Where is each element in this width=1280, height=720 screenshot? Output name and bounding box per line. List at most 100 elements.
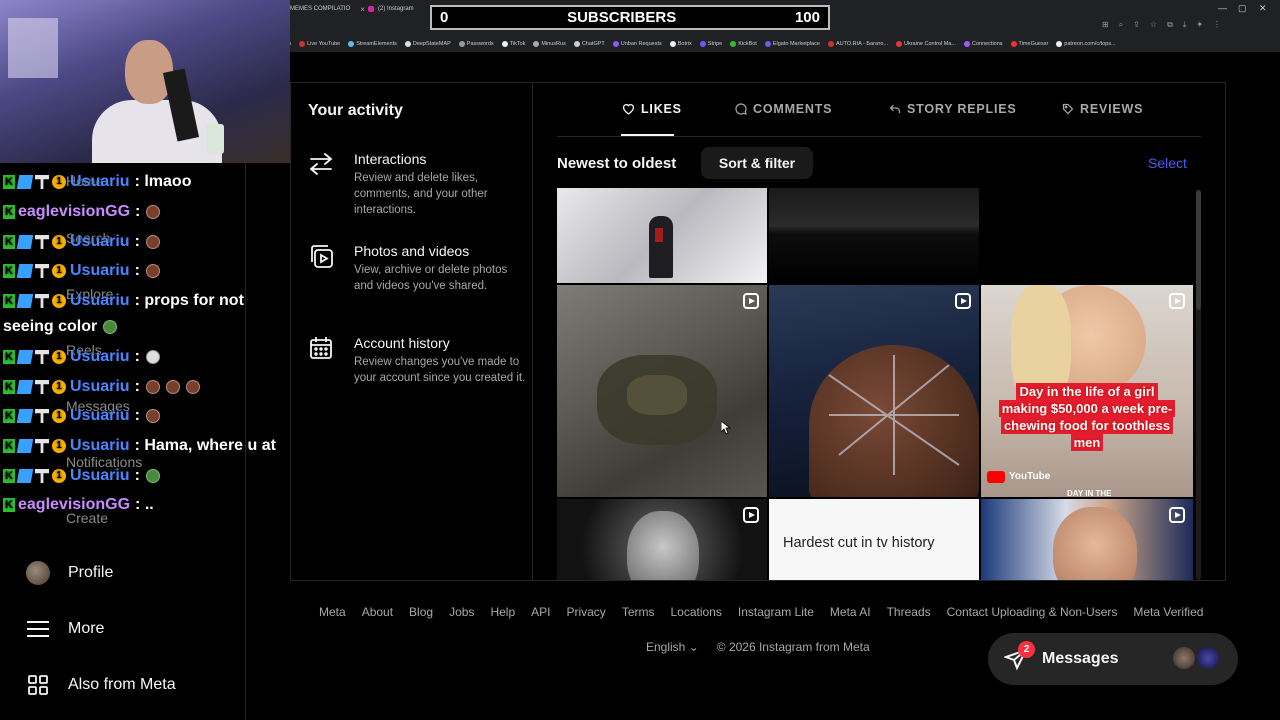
footer-link[interactable]: Privacy	[566, 605, 605, 619]
tab-label: STORY REPLIES	[907, 102, 1017, 116]
liked-post-thumbnail[interactable]	[557, 285, 767, 497]
chat-username[interactable]: Usuariu	[70, 292, 130, 310]
video-subtitle: DAY IN THE	[1067, 489, 1112, 497]
select-button[interactable]: Select	[1148, 155, 1187, 171]
bookmark-item[interactable]: Stripe	[699, 41, 722, 47]
footer-link[interactable]: Terms	[622, 605, 655, 619]
chat-username[interactable]: Usuariu	[70, 233, 130, 251]
tab-likes[interactable]: LIKES	[622, 102, 682, 116]
chat-username[interactable]: eaglevisionGG	[18, 203, 130, 221]
bookmark-favicon-icon	[699, 41, 706, 47]
bookmark-item[interactable]: Unban Requests	[612, 41, 662, 47]
grid-scrollbar[interactable]	[1196, 190, 1201, 580]
bookmark-item[interactable]: StreamElements	[348, 41, 397, 47]
liked-post-thumbnail[interactable]	[557, 188, 767, 283]
stream-chat-overlay: K 1 Usuariu: lmaoo KeaglevisionGG: K 1 Usuariu…	[0, 170, 295, 522]
footer-link[interactable]: Instagram Lite	[738, 605, 814, 619]
reel-icon	[1169, 507, 1185, 523]
liked-post-thumbnail[interactable]	[769, 285, 979, 497]
chat-username[interactable]: Usuariu	[70, 262, 130, 280]
bookmark-item[interactable]: Ukraine Control Ma...	[896, 41, 956, 47]
footer-link[interactable]: About	[362, 605, 393, 619]
liked-post-thumbnail[interactable]: Day in the life of a girl making $50,000…	[981, 285, 1193, 497]
bookmark-item[interactable]: Live YouTube	[299, 41, 340, 47]
bookmark-item[interactable]: MinusRus	[533, 41, 566, 47]
emote-icon	[103, 320, 118, 334]
menu-dots-icon[interactable]: ⋮	[1213, 20, 1221, 30]
bookmark-item[interactable]: DeepStateMAP	[404, 41, 451, 47]
chat-username[interactable]: Usuariu	[70, 437, 130, 455]
emote-icon	[146, 205, 161, 219]
maximize-button[interactable]: ▢	[1238, 3, 1247, 14]
footer-link[interactable]: API	[531, 605, 550, 619]
bookmark-item[interactable]: TikTok	[501, 41, 525, 47]
footer-link[interactable]: Jobs	[449, 605, 474, 619]
footer-link[interactable]: Help	[490, 605, 515, 619]
extensions-icon[interactable]: ⧉	[1167, 20, 1173, 30]
thumbnail-text: Hardest cut in tv history	[783, 535, 935, 551]
emote-icon	[145, 350, 160, 364]
activity-item-account-history[interactable]: Account history Review changes you've ma…	[308, 335, 528, 386]
share-icon[interactable]: ⇪	[1133, 20, 1140, 30]
minimize-button[interactable]: —	[1218, 3, 1227, 13]
footer-link[interactable]: Meta AI	[830, 605, 871, 619]
tab-close-icon[interactable]: ×	[360, 5, 365, 14]
close-window-button[interactable]: ✕	[1259, 3, 1267, 14]
scrollbar-thumb[interactable]	[1196, 190, 1201, 310]
chat-username[interactable]: Usuariu	[70, 173, 130, 191]
tab-comments[interactable]: COMMENTS	[735, 102, 832, 116]
bookmark-item[interactable]: Botrix	[669, 41, 692, 47]
grid-apps-icon	[26, 673, 50, 697]
chat-text: : lmaoo	[134, 173, 192, 190]
footer-link[interactable]: Contact Uploading & Non-Users	[947, 605, 1118, 619]
heart-icon	[622, 104, 635, 115]
chat-username[interactable]: eaglevisionGG	[18, 496, 130, 514]
footer-links: Meta About Blog Jobs Help API Privacy Terms Loca…	[319, 605, 1203, 619]
footer-link[interactable]: Locations	[670, 605, 721, 619]
page-title: Your activity	[308, 102, 403, 119]
nav-also-from-meta[interactable]: Also from Meta	[26, 673, 176, 697]
chat-username[interactable]: Usuariu	[70, 467, 130, 485]
sword-badge-icon	[16, 380, 34, 394]
chat-username[interactable]: Usuariu	[70, 348, 130, 366]
chat-username[interactable]: Usuariu	[70, 378, 130, 396]
activity-item-interactions[interactable]: Interactions Review and delete likes, co…	[308, 151, 528, 218]
nav-profile[interactable]: Profile	[26, 561, 113, 585]
bookmark-item[interactable]: AUTO.RIA - Багато...	[827, 41, 888, 47]
bookmark-item[interactable]: Passwords	[458, 41, 494, 47]
messages-pill-label: Messages	[1042, 650, 1119, 667]
browser-tab-memes[interactable]: MEMES COMPILATIO ×	[290, 2, 365, 16]
download-icon[interactable]: ⤓	[1183, 20, 1187, 30]
translate-icon[interactable]: ⊞	[1102, 20, 1109, 30]
footer-link[interactable]: Threads	[887, 605, 931, 619]
liked-post-thumbnail[interactable]: Hardest cut in tv history	[769, 499, 979, 580]
chat-username[interactable]: Usuariu	[70, 407, 130, 425]
footer-link[interactable]: Blog	[409, 605, 433, 619]
bookmark-item[interactable]: ChatGPT	[573, 41, 605, 47]
tab-reviews[interactable]: REVIEWS	[1062, 102, 1143, 116]
nav-more[interactable]: More	[26, 617, 104, 641]
zoom-icon[interactable]: ⌕	[1119, 20, 1123, 30]
footer-link[interactable]: Meta Verified	[1133, 605, 1203, 619]
bookmark-star-icon[interactable]: ☆	[1150, 20, 1157, 30]
puzzle-icon[interactable]: ✦	[1196, 20, 1203, 30]
tab-label: MEMES COMPILATIO	[290, 6, 351, 12]
language-select[interactable]: English ⌄	[646, 640, 699, 654]
liked-post-thumbnail[interactable]	[557, 499, 767, 580]
footer-link[interactable]: Meta	[319, 605, 346, 619]
bookmark-favicon-icon	[404, 41, 411, 47]
bookmark-item[interactable]: TimeGuessr	[1010, 41, 1048, 47]
liked-post-thumbnail[interactable]	[981, 188, 1193, 283]
bookmark-item[interactable]: KickBot	[730, 41, 757, 47]
liked-post-thumbnail[interactable]	[981, 499, 1193, 580]
liked-post-thumbnail[interactable]	[769, 188, 979, 283]
t-badge-icon	[35, 350, 49, 364]
bookmark-item[interactable]: Elgato Marketplace	[764, 41, 820, 47]
emote-icon	[165, 380, 180, 394]
activity-item-photos-videos[interactable]: Photos and videos View, archive or delet…	[308, 243, 528, 294]
tab-story-replies[interactable]: STORY REPLIES	[889, 102, 1017, 116]
sort-filter-button[interactable]: Sort & filter	[701, 147, 813, 179]
kick-badge-icon: K	[3, 175, 15, 189]
bookmark-item[interactable]: Connections	[963, 41, 1003, 47]
bookmark-item[interactable]: patreon.com/c/tops...	[1056, 41, 1116, 47]
